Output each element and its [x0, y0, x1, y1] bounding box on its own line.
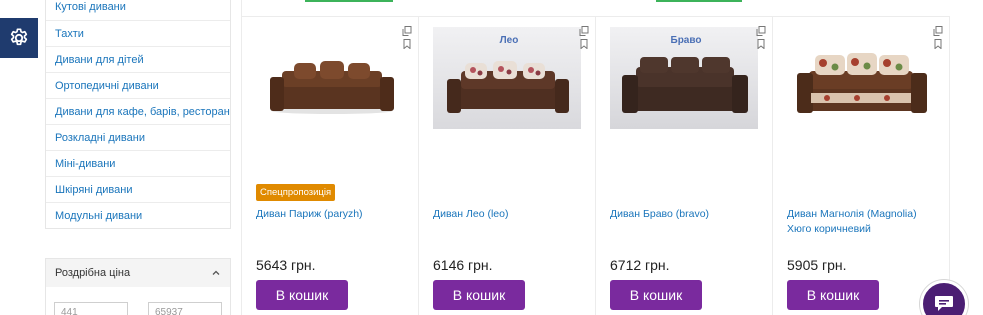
price-min-input[interactable]: 441: [54, 302, 128, 315]
product-price: 6146 грн.: [433, 257, 493, 273]
chat-button[interactable]: [920, 280, 968, 315]
product-image[interactable]: [256, 27, 404, 129]
product-name-link[interactable]: Диван Лео (leo): [433, 207, 589, 222]
add-to-cart-button[interactable]: В кошик: [610, 280, 702, 310]
green-accent-bar: [656, 0, 742, 2]
add-to-cart-button[interactable]: В кошик: [787, 280, 879, 310]
chat-icon: [935, 296, 953, 311]
price-max-input[interactable]: 65937: [148, 302, 222, 315]
price-filter: Роздрібна ціна 441 65937: [45, 258, 231, 315]
special-offer-badge: Спецпропозиція: [256, 184, 336, 201]
category-orthopedic-sofas[interactable]: Ортопедичні дивани: [46, 72, 230, 98]
product-actions: [933, 26, 943, 49]
product-name-link[interactable]: Диван Магнолія (Magnolia) Хюго коричневи…: [787, 207, 943, 237]
category-cafe-sofas[interactable]: Дивани для кафе, барів, ресторанів: [46, 98, 230, 124]
category-folding-sofas[interactable]: Розкладні дивани: [46, 124, 230, 150]
image-label: Браво: [671, 35, 702, 46]
category-corner-sofas[interactable]: Кутові дивани: [46, 0, 230, 20]
product-actions: [756, 26, 766, 49]
bookmark-icon[interactable]: [402, 39, 412, 49]
category-kids-sofas[interactable]: Дивани для дітей: [46, 46, 230, 72]
product-card: Диван Магнолія (Magnolia) Хюго коричневи…: [773, 16, 950, 315]
product-price: 5643 грн.: [256, 257, 316, 273]
image-label: Лео: [500, 35, 519, 46]
product-card: Лео Диван Лео (leo) 6146 грн. В кошик: [419, 16, 596, 315]
product-actions: [579, 26, 589, 49]
product-name-link[interactable]: Диван Браво (bravo): [610, 207, 766, 222]
chevron-up-icon[interactable]: [211, 268, 221, 278]
product-actions: [402, 26, 412, 49]
price-filter-body: 441 65937: [46, 287, 230, 315]
product-image[interactable]: Браво: [610, 27, 758, 129]
copy-icon[interactable]: [579, 26, 589, 36]
add-to-cart-button[interactable]: В кошик: [433, 280, 525, 310]
product-name-link[interactable]: Диван Париж (paryzh): [256, 207, 412, 222]
category-list: Кутові дивани Тахти Дивани для дітей Орт…: [45, 0, 231, 229]
green-accent-bar: [305, 0, 393, 2]
copy-icon[interactable]: [933, 26, 943, 36]
category-mini-sofas[interactable]: Міні-дивани: [46, 150, 230, 176]
price-filter-header[interactable]: Роздрібна ціна: [46, 259, 230, 287]
category-sidebar: Кутові дивани Тахти Дивани для дітей Орт…: [45, 0, 231, 229]
copy-icon[interactable]: [756, 26, 766, 36]
product-card: Спецпропозиція Диван Париж (paryzh) 5643…: [242, 16, 419, 315]
product-price: 6712 грн.: [610, 257, 670, 273]
bookmark-icon[interactable]: [579, 39, 589, 49]
bookmark-icon[interactable]: [756, 39, 766, 49]
product-image[interactable]: [787, 27, 935, 129]
price-filter-title: Роздрібна ціна: [55, 267, 131, 279]
category-leather-sofas[interactable]: Шкіряні дивани: [46, 176, 230, 202]
category-modular-sofas[interactable]: Модульні дивани: [46, 202, 230, 228]
gear-icon: [10, 28, 28, 46]
category-tahty[interactable]: Тахти: [46, 20, 230, 46]
product-image[interactable]: Лео: [433, 27, 581, 129]
copy-icon[interactable]: [402, 26, 412, 36]
bookmark-icon[interactable]: [933, 39, 943, 49]
product-price: 5905 грн.: [787, 257, 847, 273]
settings-button[interactable]: [0, 18, 38, 58]
add-to-cart-button[interactable]: В кошик: [256, 280, 348, 310]
product-card: Браво Диван Браво (bravo) 6712 грн. В ко…: [596, 16, 773, 315]
